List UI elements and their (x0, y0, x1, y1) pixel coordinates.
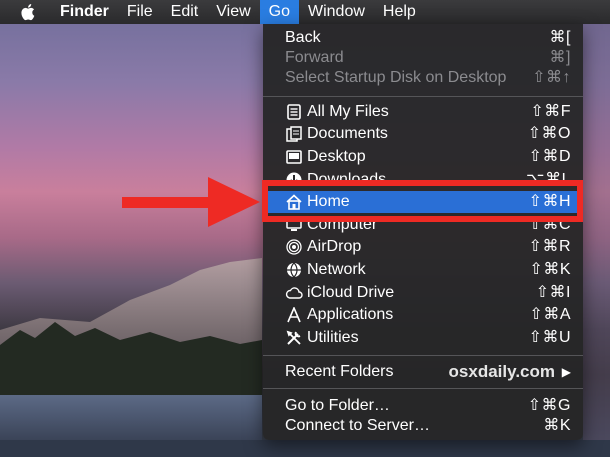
red-arrow-icon (122, 177, 260, 227)
menu-item-utilities[interactable]: Utilities ⇧⌘U (263, 327, 583, 349)
go-menu-dropdown: Back ⌘[ Forward ⌘] Select Startup Disk o… (263, 24, 583, 440)
highlight-annotation-box (262, 180, 583, 222)
airdrop-icon (285, 238, 303, 256)
downloads-icon (285, 171, 303, 180)
menu-item-downloads[interactable]: Downloads ⌥⌘L (263, 169, 583, 180)
all-files-icon (285, 103, 303, 121)
menu-item-forward: Forward ⌘] (285, 49, 571, 66)
menu-item-recent-folders[interactable]: Recent Folders osxdaily.com ▶ (263, 361, 583, 383)
menu-separator (263, 96, 583, 97)
submenu-arrow-icon: ▶ (561, 365, 571, 379)
documents-icon (285, 125, 303, 143)
apple-logo-icon[interactable] (18, 1, 40, 23)
menu-item-desktop[interactable]: Desktop ⇧⌘D (263, 146, 583, 168)
menu-go[interactable]: Go (259, 0, 299, 24)
menu-file[interactable]: File (118, 0, 162, 24)
menu-item-documents[interactable]: Documents ⇧⌘O (263, 123, 583, 145)
menu-bar: Finder File Edit View Go Window Help (0, 0, 610, 24)
desktop-icon (285, 148, 303, 166)
menu-separator (263, 355, 583, 356)
menu-help[interactable]: Help (374, 0, 425, 24)
menu-separator (263, 388, 583, 389)
menu-item-startup-disk: Select Startup Disk on Desktop ⇧⌘↑ (285, 69, 571, 86)
computer-icon (285, 222, 303, 234)
menu-item-computer[interactable]: Computer ⇧⌘C (263, 222, 583, 236)
menu-item-applications[interactable]: Applications ⇧⌘A (263, 304, 583, 326)
menu-item-connect-to-server[interactable]: Connect to Server… ⌘K (263, 415, 583, 437)
menu-edit[interactable]: Edit (162, 0, 208, 24)
menu-item-airdrop[interactable]: AirDrop ⇧⌘R (263, 236, 583, 258)
menu-item-network[interactable]: Network ⇧⌘K (263, 259, 583, 281)
menu-item-icloud-drive[interactable]: iCloud Drive ⇧⌘I (263, 282, 583, 304)
applications-icon (285, 306, 303, 324)
menu-view[interactable]: View (207, 0, 259, 24)
menu-item-all-my-files[interactable]: All My Files ⇧⌘F (263, 101, 583, 123)
cloud-icon (285, 284, 303, 302)
network-icon (285, 261, 303, 279)
menu-finder[interactable]: Finder (56, 0, 118, 24)
menu-window[interactable]: Window (299, 0, 374, 24)
utilities-icon (285, 329, 303, 347)
menu-item-go-to-folder[interactable]: Go to Folder… ⇧⌘G (263, 395, 583, 417)
osxdaily-watermark: osxdaily.com (448, 362, 555, 381)
menu-item-back[interactable]: Back ⌘[ (263, 27, 583, 49)
